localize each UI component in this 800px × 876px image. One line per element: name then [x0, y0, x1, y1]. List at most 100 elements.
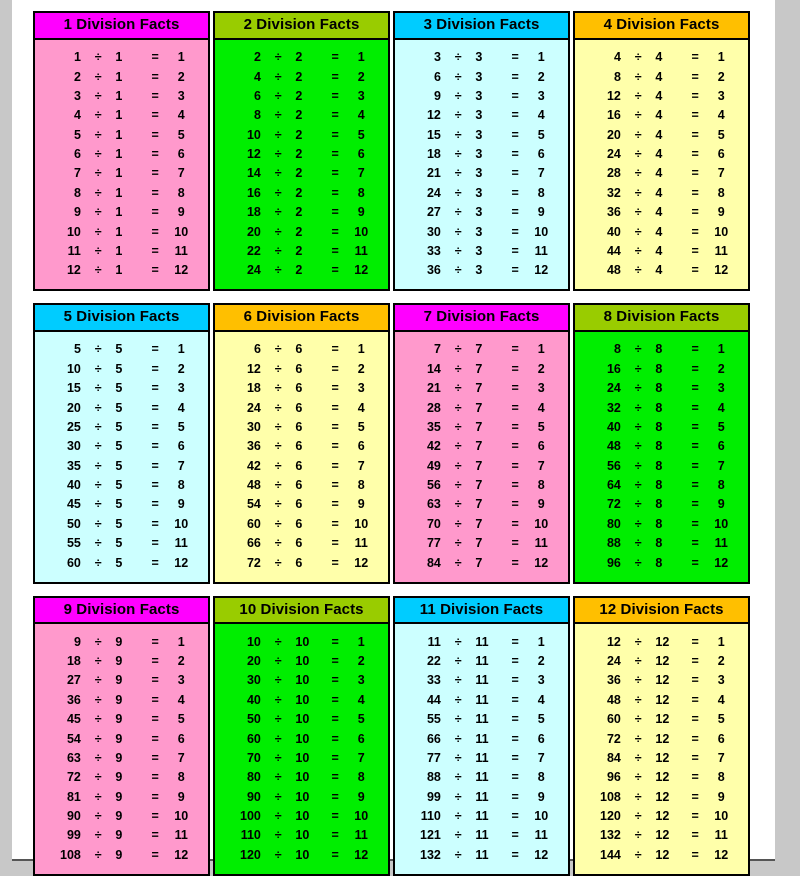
division-facts-card: 3 Division Facts 3 ÷ 3 = 1 6 ÷ 3 = 2 9 ÷ 3 = 3 12 ÷ 3 = 4 15 ÷…	[393, 11, 570, 292]
divisor-value: 9	[115, 692, 123, 707]
divide-icon: ÷	[454, 634, 462, 649]
equals-icon: =	[151, 381, 159, 396]
equation-table: 6 ÷ 6 = 1 12 ÷ 6 = 2 18 ÷ 6 = 3 24 ÷ 6 = 4 30 ÷ 6 = 5 36 ÷ 6 = 6 42 ÷ 6 =…	[215, 340, 388, 573]
divisor-value: 6	[295, 342, 303, 357]
equals-icon: =	[331, 88, 339, 103]
divide-icon: ÷	[274, 770, 282, 785]
divide-icon: ÷	[274, 847, 282, 862]
equals-icon: =	[511, 654, 519, 669]
dividend-value: 18	[246, 381, 261, 396]
quotient-value: 2	[177, 361, 185, 376]
card-title: 4 Division Facts	[575, 13, 748, 40]
card-body: 4 ÷ 4 = 1 8 ÷ 4 = 2 12 ÷ 4 = 3 16 ÷ 4 = 4 20 ÷ 4 = 5 24 ÷ 4 = 6 28 ÷ 4 = 7…	[575, 39, 748, 290]
quotient-value: 11	[534, 536, 548, 551]
equation-table: 8 ÷ 8 = 1 16 ÷ 8 = 2 24 ÷ 8 = 3 32 ÷ 8 = 4 40 ÷ 8 = 5 48 ÷ 8 = 6 56 ÷ 8 =…	[575, 340, 748, 573]
dividend-value: 144	[600, 847, 621, 862]
divisor-value: 3	[475, 205, 483, 220]
divisor-value: 3	[475, 127, 483, 142]
equals-icon: =	[691, 555, 699, 570]
dividend-value: 20	[246, 224, 261, 239]
divisor-value: 12	[655, 809, 670, 824]
quotient-value: 5	[537, 712, 545, 727]
divide-icon: ÷	[454, 497, 462, 512]
card-title: 2 Division Facts	[215, 13, 388, 40]
equals-icon: =	[331, 809, 339, 824]
equation-row: 18 ÷ 9 = 2	[35, 652, 208, 671]
divide-icon: ÷	[634, 497, 642, 512]
dividend-value: 22	[426, 654, 441, 669]
quotient-value: 6	[177, 439, 185, 454]
divisor-value: 5	[115, 516, 123, 531]
divisor-value: 11	[475, 712, 489, 727]
quotient-value: 4	[357, 692, 365, 707]
divisor-value: 12	[655, 712, 670, 727]
equals-icon: =	[151, 750, 159, 765]
equals-icon: =	[511, 497, 519, 512]
equation-row: 10 ÷ 1 = 10	[35, 222, 208, 241]
quotient-value: 3	[357, 88, 365, 103]
equation-row: 30 ÷ 6 = 5	[215, 418, 388, 437]
divisor-value: 11	[475, 828, 489, 843]
dividend-value: 63	[426, 497, 441, 512]
quotient-value: 11	[714, 243, 728, 258]
dividend-value: 56	[606, 458, 621, 473]
division-facts-card: 9 Division Facts 9 ÷ 9 = 1 18 ÷ 9 = 2 27 ÷ 9 = 3 36 ÷ 9 = 4 4…	[33, 595, 210, 876]
equals-icon: =	[151, 419, 159, 434]
divide-icon: ÷	[94, 147, 102, 162]
equation-row: 3 ÷ 1 = 3	[35, 87, 208, 106]
equation-row: 96 ÷ 12 = 8	[575, 768, 748, 787]
quotient-value: 10	[534, 224, 549, 239]
divide-icon: ÷	[274, 673, 282, 688]
dividend-value: 9	[73, 205, 81, 220]
card-body: 6 ÷ 6 = 1 12 ÷ 6 = 2 18 ÷ 6 = 3 24 ÷ 6 = 4 30 ÷ 6 = 5 36 ÷ 6 = 6 42 ÷ 6 =…	[215, 332, 388, 582]
equation-row: 132 ÷ 12 = 11	[575, 826, 748, 845]
equals-icon: =	[151, 108, 159, 123]
equals-icon: =	[151, 673, 159, 688]
equation-row: 16 ÷ 4 = 4	[575, 106, 748, 125]
divide-icon: ÷	[454, 458, 462, 473]
dividend-value: 4	[73, 108, 81, 123]
equals-icon: =	[151, 439, 159, 454]
dividend-value: 66	[246, 536, 261, 551]
divide-icon: ÷	[94, 654, 102, 669]
quotient-value: 2	[717, 361, 725, 376]
divide-icon: ÷	[274, 789, 282, 804]
equation-row: 110 ÷ 11 = 10	[395, 807, 568, 826]
equation-row: 77 ÷ 11 = 7	[395, 749, 568, 768]
dividend-value: 20	[606, 127, 621, 142]
equals-icon: =	[691, 692, 699, 707]
equals-icon: =	[511, 147, 519, 162]
division-facts-card: 10 Division Facts 10 ÷ 10 = 1 20 ÷ 10 = 2 30 ÷ 10 = 3 40…	[213, 595, 390, 876]
equation-row: 70 ÷ 7 = 10	[395, 514, 568, 533]
dividend-value: 120	[240, 847, 261, 862]
equals-icon: =	[511, 712, 519, 727]
quotient-value: 7	[357, 166, 365, 181]
divisor-value: 1	[115, 88, 123, 103]
equation-row: 121 ÷ 11 = 11	[395, 826, 568, 845]
divisor-value: 8	[655, 342, 663, 357]
equation-row: 40 ÷ 5 = 8	[35, 476, 208, 495]
divisor-value: 7	[475, 439, 483, 454]
equals-icon: =	[691, 828, 699, 843]
dividend-value: 6	[253, 342, 261, 357]
quotient-value: 10	[354, 516, 369, 531]
equation-row: 12 ÷ 4 = 3	[575, 87, 748, 106]
divisor-value: 7	[475, 536, 483, 551]
equals-icon: =	[691, 750, 699, 765]
quotient-value: 11	[534, 243, 548, 258]
divisor-value: 12	[655, 654, 670, 669]
equals-icon: =	[511, 634, 519, 649]
equation-row: 35 ÷ 5 = 7	[35, 456, 208, 475]
divide-icon: ÷	[94, 88, 102, 103]
divide-icon: ÷	[94, 731, 102, 746]
division-facts-card: 2 Division Facts 2 ÷ 2 = 1 4 ÷ 2 = 2 6 ÷ 2 = 3 8 ÷ 2 = 4 10 ÷ 2…	[213, 11, 390, 292]
equals-icon: =	[151, 654, 159, 669]
divide-icon: ÷	[454, 478, 462, 493]
dividend-value: 108	[60, 847, 81, 862]
dividend-value: 18	[426, 147, 441, 162]
divisor-value: 9	[115, 809, 123, 824]
divisor-value: 2	[295, 50, 303, 65]
card-body: 2 ÷ 2 = 1 4 ÷ 2 = 2 6 ÷ 2 = 3 8 ÷ 2 = 4 10 ÷ 2 = 5 12 ÷ 2 = 6 14 ÷ 2 = 7 16…	[215, 39, 388, 290]
divide-icon: ÷	[454, 108, 462, 123]
dividend-value: 77	[426, 536, 441, 551]
